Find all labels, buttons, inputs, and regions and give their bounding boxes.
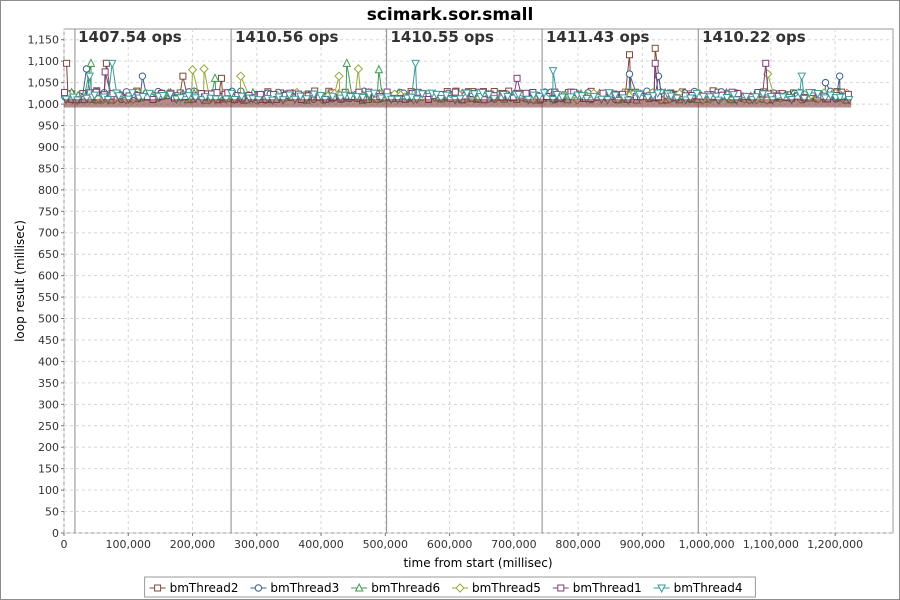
y-tick-label: 700 — [38, 227, 59, 240]
data-point — [101, 68, 109, 76]
data-point — [762, 59, 770, 67]
y-tick-label: 400 — [38, 355, 59, 368]
y-tick-label: 900 — [38, 141, 59, 154]
y-tick-label: 150 — [38, 463, 59, 476]
y-tick-label: 950 — [38, 120, 59, 133]
y-tick-label: 350 — [38, 377, 59, 390]
ops-annotation: 1410.56 ops — [235, 28, 339, 46]
legend-label: bmThread4 — [674, 581, 743, 595]
y-tick-label: 50 — [45, 506, 59, 519]
data-point — [513, 74, 521, 82]
legend-label: bmThread5 — [472, 581, 541, 595]
data-point — [625, 70, 634, 78]
legend-label: bmThread2 — [170, 581, 239, 595]
chart-frame: scimark.sor.small 1407.54 ops 1410.56 ops… — [0, 0, 900, 600]
y-tick-label: 300 — [38, 398, 59, 411]
legend-label: bmThread1 — [573, 581, 642, 595]
x-axis-ticks: 0 100,000 200,000 300,000 400,000 500,000 600,… — [61, 533, 863, 551]
x-axis-label: time from start (millisec) — [403, 556, 552, 570]
y-tick-label: 100 — [38, 484, 59, 497]
y-axis-ticks: 0 50 100 150 200 250 300 350 400 450 500 550 600 650 7… — [28, 34, 64, 540]
x-tick-label: 200,000 — [170, 538, 216, 551]
data-point — [179, 72, 187, 80]
data-point — [522, 89, 530, 97]
data-point — [213, 89, 221, 97]
y-tick-label: 750 — [38, 205, 59, 218]
ops-annotation: 1410.22 ops — [702, 28, 806, 46]
data-point — [138, 72, 147, 80]
x-tick-label: 100,000 — [106, 538, 152, 551]
x-tick-label: 600,000 — [427, 538, 473, 551]
y-tick-label: 450 — [38, 334, 59, 347]
data-point — [451, 88, 459, 96]
y-axis-label: loop result (millisec) — [13, 220, 27, 342]
x-tick-label: 700,000 — [491, 538, 537, 551]
overlap-band — [64, 98, 852, 108]
ops-annotation: 1411.43 ops — [546, 28, 650, 46]
y-tick-label: 550 — [38, 291, 59, 304]
data-point — [254, 584, 263, 592]
x-tick-label: 800,000 — [555, 538, 601, 551]
x-tick-label: 0 — [61, 538, 68, 551]
y-tick-label: 1,150 — [28, 34, 60, 47]
legend-label: bmThread3 — [270, 581, 339, 595]
x-tick-label: 500,000 — [363, 538, 409, 551]
ops-annotation: 1410.55 ops — [390, 28, 494, 46]
ops-annotation: 1407.54 ops — [78, 28, 182, 46]
data-point — [61, 89, 69, 97]
y-tick-label: 250 — [38, 420, 59, 433]
chart: scimark.sor.small 1407.54 ops 1410.56 ops… — [13, 5, 894, 598]
data-point — [821, 78, 830, 87]
data-point — [651, 59, 659, 67]
legend-label: bmThread6 — [371, 581, 440, 595]
y-tick-label: 0 — [52, 527, 59, 540]
x-tick-label: 1,100,000 — [743, 538, 799, 551]
data-point — [63, 59, 71, 67]
y-tick-label: 200 — [38, 441, 59, 454]
x-tick-label: 1,200,000 — [807, 538, 863, 551]
data-point — [102, 59, 110, 67]
y-tick-label: 1,050 — [28, 77, 60, 90]
y-tick-label: 500 — [38, 313, 59, 326]
x-tick-label: 1,000,000 — [679, 538, 735, 551]
y-tick-label: 650 — [38, 248, 59, 261]
y-tick-label: 1,000 — [28, 98, 60, 111]
data-point — [651, 44, 659, 52]
data-point — [217, 74, 225, 82]
x-tick-label: 300,000 — [234, 538, 280, 551]
data-point — [154, 584, 162, 592]
y-tick-label: 800 — [38, 184, 59, 197]
series-band — [64, 98, 852, 108]
data-point — [626, 51, 634, 59]
data-point — [557, 584, 565, 592]
data-point — [835, 72, 844, 80]
y-tick-label: 1,100 — [28, 55, 60, 68]
y-tick-label: 600 — [38, 270, 59, 283]
data-point — [599, 89, 607, 97]
y-tick-label: 850 — [38, 162, 59, 175]
x-tick-label: 400,000 — [298, 538, 344, 551]
chart-title: scimark.sor.small — [367, 5, 534, 25]
x-tick-label: 900,000 — [620, 538, 666, 551]
legend: bmThread2 bmThread3 bmThread6 bmThread5 bmTh… — [144, 576, 756, 598]
